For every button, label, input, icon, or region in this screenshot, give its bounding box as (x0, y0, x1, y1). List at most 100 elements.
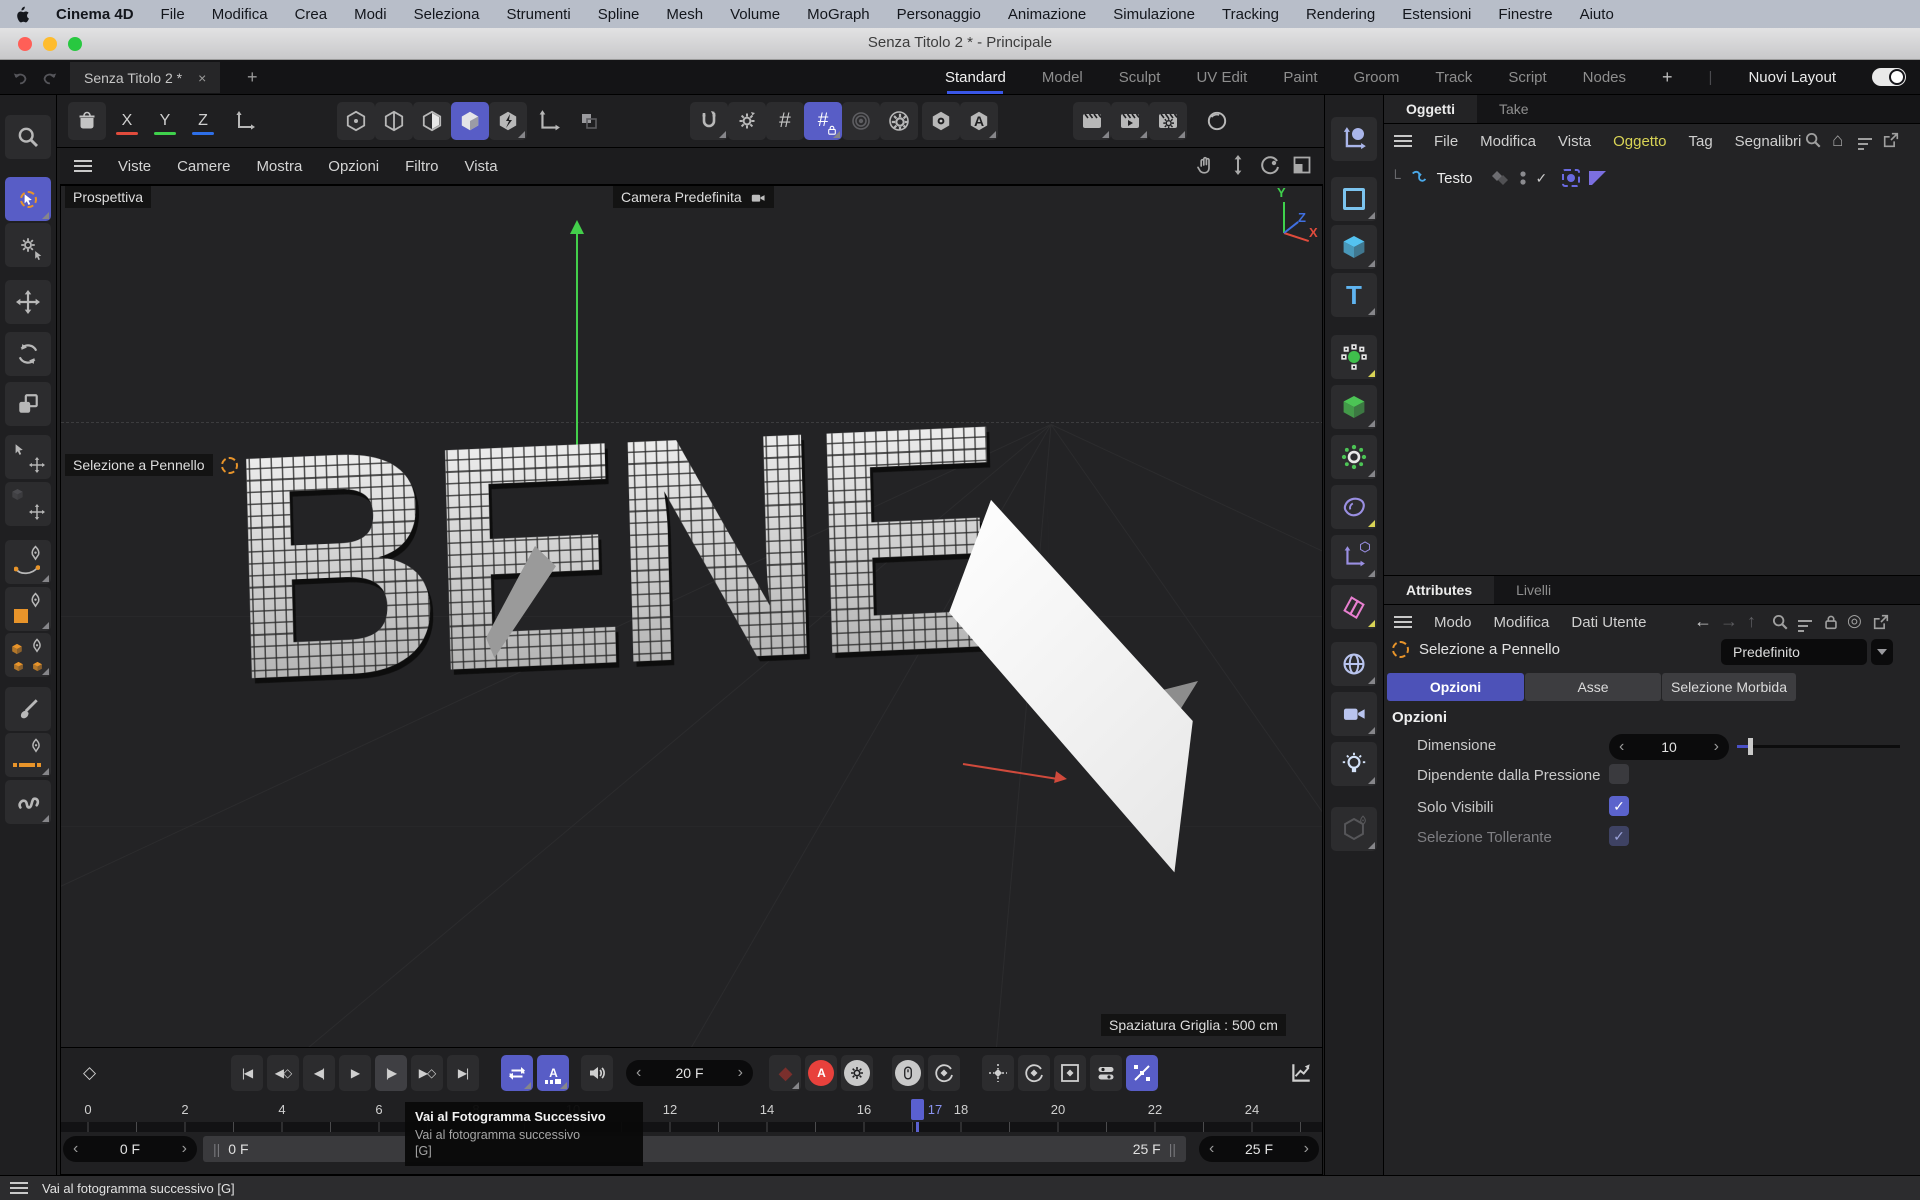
goto-start-button[interactable]: |◀ (231, 1055, 263, 1091)
frame-increment-icon[interactable]: › (738, 1064, 743, 1082)
record-keyframe-button[interactable]: ◇ (73, 1055, 105, 1091)
add-layout-button[interactable]: + (1662, 67, 1673, 88)
render-view-button[interactable] (1073, 102, 1111, 140)
attr-menu-modo[interactable]: Modo (1434, 614, 1472, 631)
interactive-render-button[interactable] (1198, 102, 1236, 140)
goto-end-button[interactable]: ▶| (447, 1055, 479, 1091)
selection-tag-icon[interactable] (1562, 169, 1580, 187)
dimension-slider-track[interactable] (1737, 745, 1900, 748)
menu-modi[interactable]: Modi (354, 6, 387, 23)
menu-mograph[interactable]: MoGraph (807, 6, 870, 23)
attributes-external-icon[interactable] (1872, 613, 1890, 631)
menu-rendering[interactable]: Rendering (1306, 6, 1375, 23)
object-x-axis-arrow[interactable] (963, 763, 1058, 780)
lock-icon[interactable] (1822, 613, 1840, 631)
visible-only-checkbox[interactable]: ✓ (1609, 796, 1629, 816)
loop-playback-button[interactable] (501, 1055, 533, 1091)
rectangle-spline-tool[interactable] (5, 587, 51, 631)
texture-mode-button[interactable] (489, 102, 527, 140)
range-left-handle[interactable]: || (213, 1141, 220, 1157)
objects-search-icon[interactable] (1804, 131, 1822, 149)
next-key-button[interactable]: ▶◇ (411, 1055, 443, 1091)
range-end-value[interactable]: 25 F (1245, 1141, 1273, 1157)
vp-menu-camere[interactable]: Camere (177, 158, 230, 175)
viewport-solo-button[interactable] (922, 102, 960, 140)
tab-layout-script[interactable]: Script (1508, 69, 1546, 86)
sculpt-squiggle-tool[interactable] (5, 780, 51, 824)
subdivision-surface-button[interactable] (1331, 335, 1377, 379)
preset-dropdown-chevron[interactable] (1871, 639, 1893, 665)
play-button[interactable]: ▶ (339, 1055, 371, 1091)
dimension-stepper[interactable]: ‹ 10 › (1609, 734, 1729, 760)
key-pla-toggle[interactable] (1126, 1055, 1158, 1091)
motext-button[interactable]: T (1331, 273, 1377, 317)
redo-icon[interactable] (40, 69, 58, 87)
section-tab-selezione-morbida[interactable]: Selezione Morbida (1662, 673, 1796, 701)
vp-menu-viste[interactable]: Viste (118, 158, 151, 175)
render-settings-button[interactable] (1149, 102, 1187, 140)
menu-simulazione[interactable]: Simulazione (1113, 6, 1195, 23)
snap-button[interactable] (690, 102, 728, 140)
live-selection-tool[interactable] (5, 177, 51, 221)
current-frame-field[interactable]: ‹ 20 F › (626, 1060, 753, 1086)
objects-external-icon[interactable] (1882, 131, 1900, 149)
edges-mode-button[interactable] (375, 102, 413, 140)
previous-key-button[interactable]: ◀◇ (267, 1055, 299, 1091)
keyframe-selection-button[interactable] (892, 1055, 924, 1091)
obj-menu-segnalibri[interactable]: Segnalibri (1735, 133, 1802, 150)
brush-tool[interactable] (5, 687, 51, 731)
deformer-button[interactable] (1331, 485, 1377, 529)
tweak-move-tool[interactable] (5, 435, 51, 479)
play-mode-button[interactable]: A (537, 1055, 569, 1091)
attributes-hamburger-icon[interactable] (1394, 613, 1412, 631)
new-layout-label[interactable]: Nuovi Layout (1748, 69, 1836, 86)
menu-animazione[interactable]: Animazione (1008, 6, 1086, 23)
key-scale-toggle[interactable] (1054, 1055, 1086, 1091)
attributes-filter-icon[interactable] (1798, 617, 1812, 635)
attributes-search-icon[interactable] (1771, 613, 1789, 631)
tab-layout-sculpt[interactable]: Sculpt (1119, 69, 1161, 86)
snap-settings-button[interactable] (728, 102, 766, 140)
tab-layout-uvedit[interactable]: UV Edit (1196, 69, 1247, 86)
null-object-button[interactable] (1331, 535, 1377, 579)
section-tab-asse[interactable]: Asse (1525, 673, 1661, 701)
frame-decrement-icon[interactable]: ‹ (636, 1064, 641, 1082)
tab-layout-standard[interactable]: Standard (945, 69, 1006, 86)
spline-rectangle-button[interactable] (1331, 177, 1377, 221)
menu-crea[interactable]: Crea (295, 6, 328, 23)
menu-personaggio[interactable]: Personaggio (897, 6, 981, 23)
tab-livelli[interactable]: Livelli (1494, 576, 1573, 604)
menu-seleziona[interactable]: Seleziona (414, 6, 480, 23)
cloner-button[interactable] (1331, 435, 1377, 479)
camera-object-button[interactable] (1331, 692, 1377, 736)
polygons-mode-button[interactable] (413, 102, 451, 140)
tab-layout-model[interactable]: Model (1042, 69, 1083, 86)
record-objects-button[interactable]: ◆ (769, 1055, 801, 1091)
preset-dropdown[interactable]: Predefinito (1721, 639, 1867, 665)
obj-menu-file[interactable]: File (1434, 133, 1458, 150)
obj-menu-modifica[interactable]: Modifica (1480, 133, 1536, 150)
points-mode-button[interactable] (337, 102, 375, 140)
menu-finestre[interactable]: Finestre (1498, 6, 1552, 23)
grid-button[interactable]: # (766, 102, 804, 140)
dimension-dec-icon[interactable]: ‹ (1619, 738, 1624, 756)
menu-volume[interactable]: Volume (730, 6, 780, 23)
tool-settings-button[interactable] (5, 223, 51, 267)
coordinate-manager-button[interactable] (68, 102, 106, 140)
viewport-canvas[interactable]: Prospettiva Camera Predefinita Y Z X Sel… (60, 185, 1323, 1048)
apple-menu-icon[interactable] (14, 5, 29, 23)
menu-strumenti[interactable]: Strumenti (506, 6, 570, 23)
polygon-pen-tool[interactable] (5, 633, 51, 677)
enable-axis-button[interactable] (530, 102, 568, 140)
vp-menu-vista[interactable]: Vista (464, 158, 497, 175)
dimension-slider-handle[interactable] (1748, 738, 1753, 755)
viewport-hamburger-icon[interactable] (74, 157, 92, 175)
new-layout-toggle[interactable] (1872, 68, 1906, 86)
current-frame-value[interactable]: 20 F (675, 1065, 703, 1081)
tab-take[interactable]: Take (1477, 95, 1551, 123)
menu-modifica[interactable]: Modifica (212, 6, 268, 23)
menu-mesh[interactable]: Mesh (666, 6, 703, 23)
move-tool[interactable] (5, 280, 51, 324)
dolly-icon[interactable] (1227, 154, 1249, 176)
objects-filter-icon[interactable] (1858, 135, 1872, 153)
